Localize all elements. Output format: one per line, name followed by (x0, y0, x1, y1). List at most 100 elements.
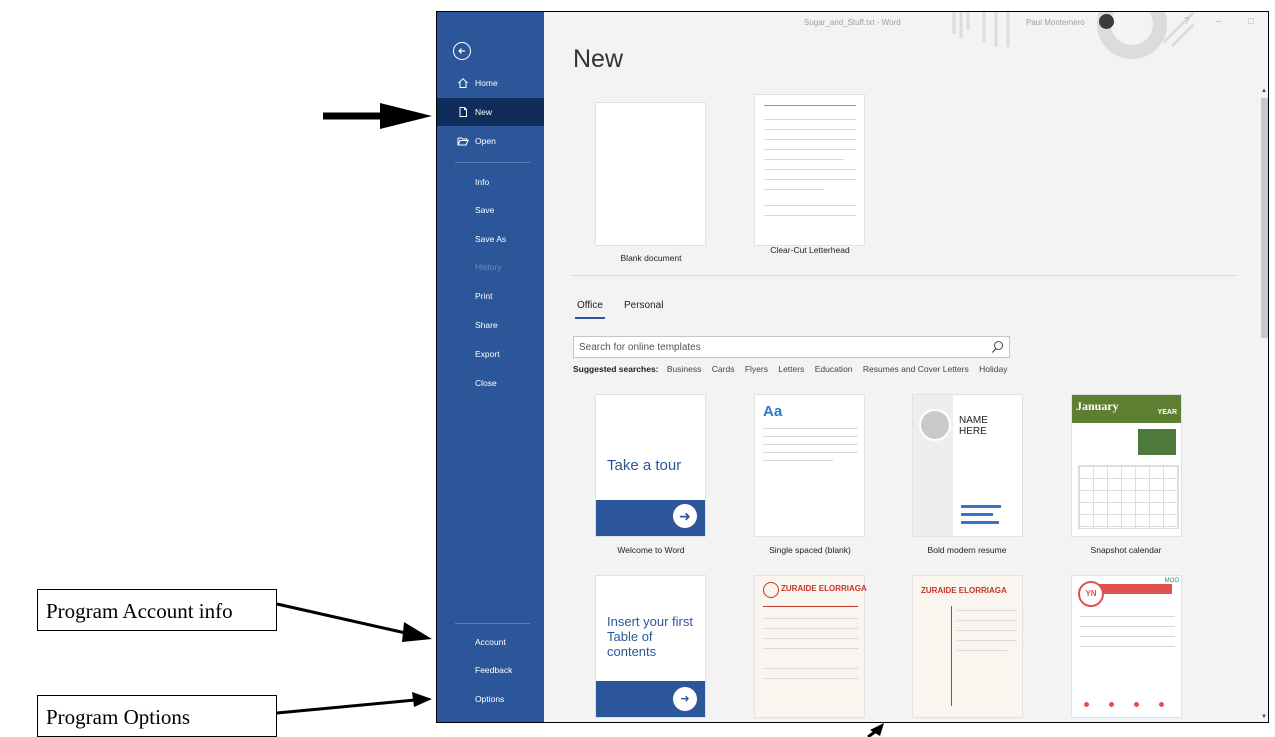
sidebar-item-label: Export (475, 349, 500, 359)
sidebar-item-open[interactable]: Open (437, 127, 544, 155)
arrow-new (380, 103, 432, 129)
help-icon[interactable]: ? (1184, 16, 1190, 27)
suggested-education[interactable]: Education (815, 364, 853, 374)
window-title: Sugar_and_Stuff.txt - Word (804, 18, 901, 27)
avatar (763, 582, 779, 598)
template-resume-red-thumb[interactable]: ZURAIDE ELORRIAGA (754, 575, 867, 718)
sidebar-item-export[interactable]: Export (437, 340, 544, 368)
sidebar-item-label: Save (475, 205, 495, 215)
suggested-label: Suggested searches: (573, 364, 659, 374)
new-document-icon (459, 107, 467, 117)
sidebar-item-label: Options (475, 694, 505, 704)
template-cover-letter-red-thumb[interactable]: ZURAIDE ELORRIAGA (912, 575, 1023, 718)
sidebar-item-label: Print (475, 291, 493, 301)
sidebar-item-options[interactable]: Options (437, 685, 544, 713)
sidebar-item-new[interactable]: New (437, 98, 544, 126)
template-welcome-thumb[interactable]: Take a tour ➜ (595, 394, 706, 537)
suggested-holiday[interactable]: Holiday (979, 364, 1007, 374)
scroll-up-icon[interactable]: ▲ (1261, 88, 1267, 94)
word-backstage-window: Home New Open Info Save Save As History … (436, 11, 1269, 723)
suggested-flyers[interactable]: Flyers (745, 364, 768, 374)
tab-office-underline (575, 317, 605, 319)
sidebar-item-label: Home (475, 78, 498, 88)
backstage-sidebar: Home New Open Info Save Save As History … (437, 12, 544, 722)
sidebar-item-home[interactable]: Home (437, 69, 544, 97)
template-label[interactable]: Welcome to Word (571, 545, 731, 555)
sidebar-item-label: History (475, 262, 502, 272)
scroll-down-icon[interactable]: ▼ (1261, 714, 1267, 720)
folder-open-icon (457, 137, 469, 146)
toc-icon: ➜ (673, 687, 697, 711)
options-callout: Program Options (37, 695, 277, 737)
cover-name-text: ZURAIDE ELORRIAGA (921, 586, 1007, 595)
sidebar-item-history: History (437, 253, 544, 281)
title-bar: Sugar_and_Stuff.txt - Word Paul Montemer… (544, 12, 1268, 59)
resume-name-text: ZURAIDE ELORRIAGA (781, 584, 867, 593)
template-toc-thumb[interactable]: Insert your first Table of contents ➜ (595, 575, 706, 718)
template-resume-thumb[interactable]: NAME HERE (912, 394, 1023, 537)
arrow-account (402, 622, 432, 642)
blank-document-thumb[interactable] (595, 102, 706, 246)
sidebar-item-label: Close (475, 378, 497, 388)
search-placeholder: Search for online templates (579, 341, 701, 353)
tab-personal[interactable]: Personal (624, 300, 663, 311)
aa-text: Aa (763, 403, 783, 420)
tab-office[interactable]: Office (577, 300, 603, 311)
sidebar-item-label: Feedback (475, 665, 513, 675)
template-yn-resume-thumb[interactable]: YN MOO (1071, 575, 1182, 718)
toc-text: Insert your first Table of contents (607, 614, 693, 659)
moo-badge: MOO (1164, 578, 1179, 584)
search-input[interactable]: Search for online templates (573, 336, 1010, 358)
template-calendar-thumb[interactable]: January YEAR (1071, 394, 1182, 537)
january-text: January (1076, 399, 1119, 413)
yn-circle: YN (1078, 581, 1104, 607)
avatar[interactable] (1099, 14, 1114, 29)
avatar (919, 409, 951, 441)
take-a-tour-text: Take a tour (607, 457, 682, 474)
sidebar-item-save[interactable]: Save (437, 196, 544, 224)
sidebar-item-label: New (475, 107, 493, 117)
suggested-letters[interactable]: Letters (778, 364, 804, 374)
suggested-searches: Suggested searches: Business Cards Flyer… (573, 364, 1015, 374)
arrow-options (412, 692, 432, 707)
sidebar-item-label: Open (475, 136, 496, 146)
suggested-business[interactable]: Business (667, 364, 702, 374)
home-icon (458, 78, 468, 88)
user-name[interactable]: Paul Montemero (1026, 18, 1085, 27)
template-label[interactable]: Single spaced (blank) (730, 545, 890, 555)
minimize-icon[interactable]: – (1216, 16, 1222, 27)
sidebar-divider (455, 162, 530, 163)
sidebar-item-print[interactable]: Print (437, 282, 544, 310)
year-text: YEAR (1157, 409, 1177, 416)
sidebar-item-close[interactable]: Close (437, 369, 544, 397)
sidebar-item-account[interactable]: Account (437, 628, 544, 656)
maximize-icon[interactable]: □ (1248, 16, 1254, 27)
letterhead-thumb[interactable] (754, 94, 865, 246)
backstage-main: Sugar_and_Stuff.txt - Word Paul Montemer… (544, 12, 1268, 722)
sidebar-divider (455, 623, 530, 624)
letterhead-label[interactable]: Clear-Cut Letterhead (730, 245, 890, 255)
back-arrow-icon[interactable] (453, 42, 471, 60)
scrollbar-thumb[interactable] (1261, 98, 1268, 338)
blank-document-label[interactable]: Blank document (571, 253, 731, 263)
sidebar-item-save-as[interactable]: Save As (437, 225, 544, 253)
section-divider (572, 275, 1237, 276)
sidebar-item-label: Info (475, 177, 490, 187)
name-here-text: NAME HERE (959, 415, 988, 437)
template-label[interactable]: Bold modern resume (887, 545, 1047, 555)
sidebar-item-share[interactable]: Share (437, 311, 544, 339)
template-label[interactable]: Snapshot calendar (1046, 545, 1206, 555)
suggested-cards[interactable]: Cards (712, 364, 735, 374)
arrow-bottom (870, 723, 884, 736)
page-title: New (573, 45, 624, 73)
arrow-right-icon: ➜ (673, 504, 697, 528)
search-icon[interactable] (991, 340, 1004, 354)
sidebar-item-feedback[interactable]: Feedback (437, 656, 544, 684)
sidebar-item-label: Account (475, 637, 506, 647)
sidebar-item-label: Share (475, 320, 498, 330)
sidebar-item-label: Save As (475, 234, 507, 244)
template-single-spaced-thumb[interactable]: Aa (754, 394, 865, 537)
sidebar-item-info[interactable]: Info (437, 168, 544, 196)
suggested-resumes[interactable]: Resumes and Cover Letters (863, 364, 969, 374)
account-callout: Program Account info (37, 589, 277, 631)
